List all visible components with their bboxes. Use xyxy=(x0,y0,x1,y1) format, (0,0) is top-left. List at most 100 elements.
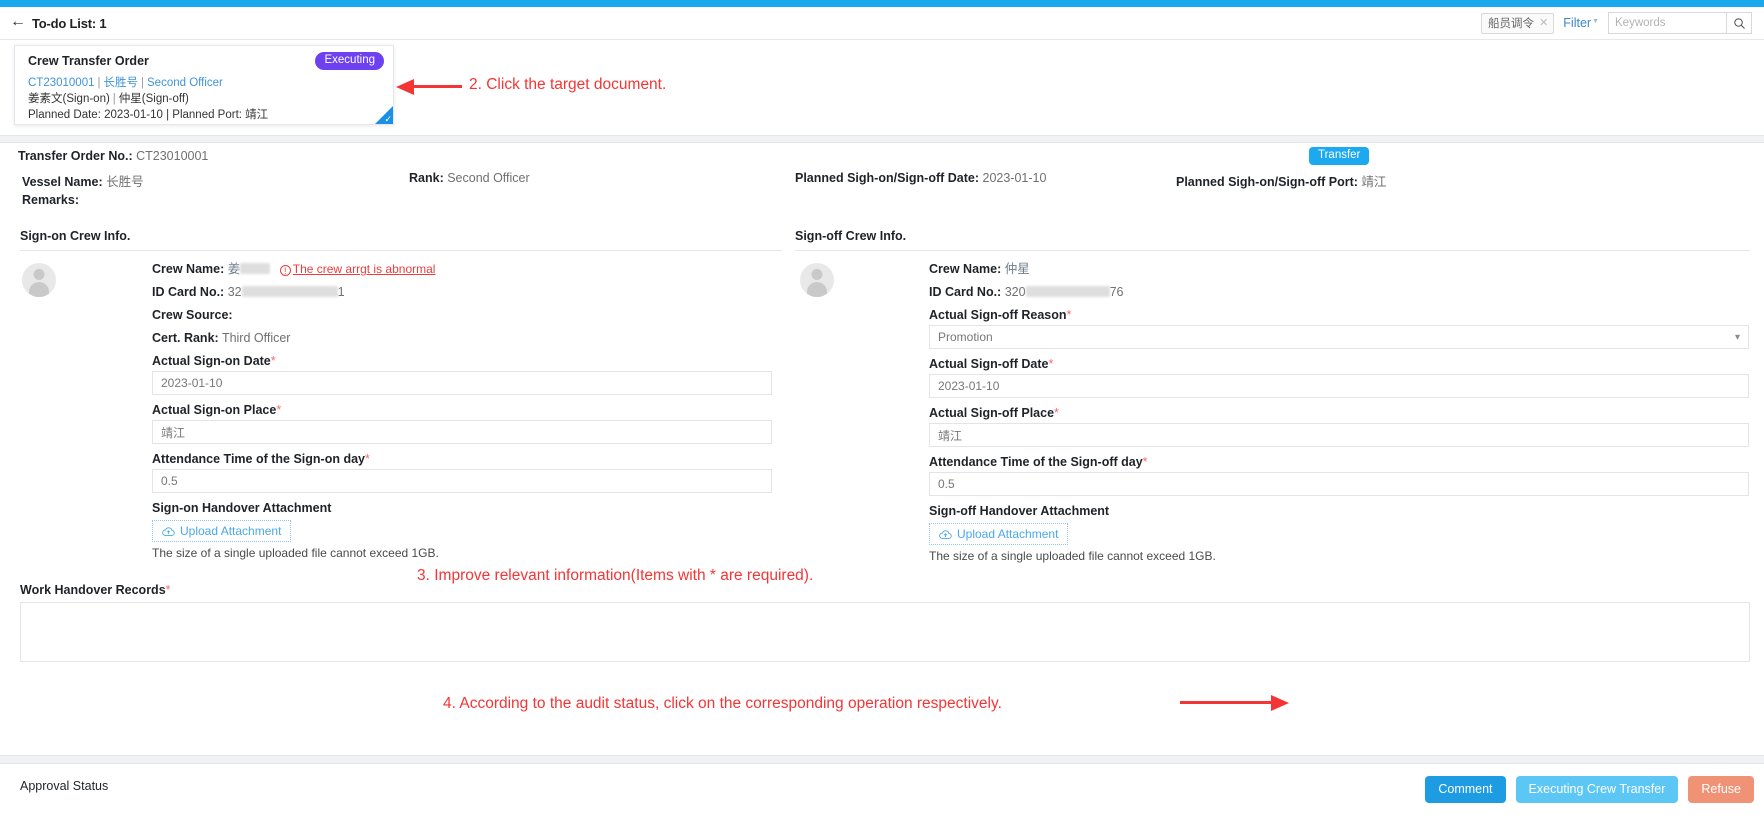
signon-crew-name-row: Crew Name: 姜 ! The crew arrgt is abnormal xyxy=(152,261,772,277)
approval-status-label: Approval Status xyxy=(20,779,109,793)
signoff-date-value: 2023-01-10 xyxy=(938,379,1000,393)
required-star: * xyxy=(270,354,276,368)
annotation-arrow-2 xyxy=(396,78,462,96)
signoff-upload-attachment-button[interactable]: Upload Attachment xyxy=(929,523,1069,545)
card-vessel[interactable]: 长胜号 xyxy=(104,77,139,89)
signoff-date-label: Actual Sign-off Date* xyxy=(929,357,1054,371)
filter-dropdown[interactable]: Filter ▼ xyxy=(1563,16,1599,30)
signon-date-value: 2023-01-10 xyxy=(161,376,223,390)
card-order-no[interactable]: CT23010001 xyxy=(28,77,95,89)
crew-transfer-order-card[interactable]: Crew Transfer Order Executing CT23010001… xyxy=(14,45,394,125)
search-button[interactable] xyxy=(1726,12,1752,34)
annotation-step-3: 3. Improve relevant information(Items wi… xyxy=(417,567,814,584)
footer-button-row: Comment Executing Crew Transfer Refuse xyxy=(1425,776,1754,803)
search-box xyxy=(1608,12,1752,34)
filter-tag-chip[interactable]: 船员调令 ✕ xyxy=(1481,12,1555,34)
required-star: * xyxy=(364,452,370,466)
signon-place-value: 靖江 xyxy=(161,425,186,440)
signon-attendance-label: Attendance Time of the Sign-on day* xyxy=(152,452,370,466)
app-root: ← To-do List: 1 船员调令 ✕ Filter ▼ Keywords… xyxy=(0,0,1764,819)
top-accent-strip xyxy=(0,0,1764,7)
crew-abnormal-warning[interactable]: ! The crew arrgt is abnormal xyxy=(279,262,435,276)
signoff-reason-value: Promotion xyxy=(938,330,993,344)
signon-crew-source-label: Crew Source: xyxy=(152,308,233,322)
card-planned-info: Planned Date: 2023-01-10 | Planned Port:… xyxy=(28,109,269,121)
corner-check-glyph: ✓ xyxy=(384,114,392,124)
signoff-place-label: Actual Sign-off Place* xyxy=(929,406,1059,420)
signon-attendance-value: 0.5 xyxy=(161,474,178,488)
signon-attachment-label: Sign-on Handover Attachment xyxy=(152,501,332,515)
signon-cert-rank-label: Cert. Rank: xyxy=(152,331,219,345)
refuse-button[interactable]: Refuse xyxy=(1688,776,1754,803)
signoff-section-rule xyxy=(795,250,1750,251)
required-star: * xyxy=(1142,455,1148,469)
page-footer: Approval Status Comment Executing Crew T… xyxy=(0,764,1764,819)
signon-attendance-input[interactable]: 0.5 xyxy=(152,469,772,493)
executing-crew-transfer-button[interactable]: Executing Crew Transfer xyxy=(1515,776,1679,803)
back-navigation[interactable]: ← To-do List: 1 xyxy=(10,14,107,31)
comment-button[interactable]: Comment xyxy=(1425,776,1506,803)
required-star: * xyxy=(1048,357,1054,371)
card-rank[interactable]: Second Officer xyxy=(147,77,223,89)
rank-label: Rank: xyxy=(409,171,444,185)
transfer-order-no-value: CT23010001 xyxy=(136,149,209,163)
todo-card-area: Crew Transfer Order Executing CT23010001… xyxy=(0,41,1764,135)
signoff-place-input[interactable]: 靖江 xyxy=(929,423,1749,447)
remarks-label: Remarks: xyxy=(22,193,79,207)
section-divider-strip xyxy=(0,135,1764,143)
signon-date-label: Actual Sign-on Date* xyxy=(152,354,276,368)
signoff-attendance-input[interactable]: 0.5 xyxy=(929,472,1749,496)
signon-id-card-row: ID Card No.: 32 1 xyxy=(152,284,772,300)
signoff-date-input[interactable]: 2023-01-10 xyxy=(929,374,1749,398)
signoff-size-hint: The size of a single uploaded file canno… xyxy=(929,549,1216,563)
signon-place-input[interactable]: 靖江 xyxy=(152,420,772,444)
signoff-id-card-label: ID Card No.: xyxy=(929,285,1002,299)
signon-id-card-prefix: 32 xyxy=(227,285,242,299)
planned-date-value: 2023-01-10 xyxy=(982,171,1047,185)
signoff-attendance-value: 0.5 xyxy=(938,477,955,491)
work-handover-textarea[interactable] xyxy=(20,602,1750,662)
redacted-name xyxy=(240,263,271,274)
transfer-badge: Transfer xyxy=(1309,147,1370,166)
signon-upload-attachment-button[interactable]: Upload Attachment xyxy=(152,520,292,542)
user-avatar-icon xyxy=(811,269,823,280)
card-meta-line-1: CT23010001 | 长胜号 | Second Officer xyxy=(28,77,223,89)
cloud-upload-icon xyxy=(162,526,175,536)
signoff-crew-name-label: Crew Name: xyxy=(929,262,1002,276)
search-input[interactable] xyxy=(1608,12,1726,34)
signoff-section-title: Sign-off Crew Info. xyxy=(795,229,907,243)
chevron-down-icon: ▼ xyxy=(1592,17,1599,25)
work-handover-label: Work Handover Records* xyxy=(20,583,171,597)
required-star: * xyxy=(276,403,282,417)
signoff-id-card-prefix: 320 xyxy=(1004,285,1026,299)
annotation-step-2: 2. Click the target document. xyxy=(469,76,667,93)
warning-circle-icon: ! xyxy=(279,265,291,276)
transfer-order-no-label: Transfer Order No.: xyxy=(18,149,133,163)
required-star: * xyxy=(1066,308,1072,322)
annotation-step-4: 4. According to the audit status, click … xyxy=(443,695,1002,712)
signon-date-input[interactable]: 2023-01-10 xyxy=(152,371,772,395)
rank-value: Second Officer xyxy=(447,171,530,185)
header-right-controls: 船员调令 ✕ Filter ▼ xyxy=(1481,12,1752,34)
signon-section-title: Sign-on Crew Info. xyxy=(20,229,131,243)
planned-date-label: Planned Sigh-on/Sign-off Date: xyxy=(795,171,980,185)
signoff-upload-attachment-label: Upload Attachment xyxy=(957,527,1059,541)
signon-upload-attachment-label: Upload Attachment xyxy=(180,524,282,538)
signon-place-label: Actual Sign-on Place* xyxy=(152,403,282,417)
cloud-upload-icon xyxy=(939,529,952,539)
signon-id-card-suffix: 1 xyxy=(337,285,345,299)
signoff-reason-select[interactable]: Promotion xyxy=(929,325,1749,349)
back-arrow-icon[interactable]: ← xyxy=(10,14,26,30)
transfer-order-detail: Transfer Order No.: CT23010001 Vessel Na… xyxy=(0,143,1764,755)
signon-size-hint: The size of a single uploaded file canno… xyxy=(152,546,439,560)
vessel-name-value: 长胜号 xyxy=(106,175,144,189)
signoff-form: Crew Name: 仲星 ID Card No.: 320 76 Actual … xyxy=(929,261,1749,563)
signon-section-rule xyxy=(20,250,782,251)
planned-date-row: Planned Sigh-on/Sign-off Date: 2023-01-1… xyxy=(795,171,1046,185)
status-badge: Executing xyxy=(315,52,384,70)
close-icon[interactable]: ✕ xyxy=(1539,16,1548,29)
redacted-id xyxy=(241,286,338,297)
card-title: Crew Transfer Order xyxy=(28,54,149,68)
signon-crew-source-row: Crew Source: xyxy=(152,307,772,323)
signon-crew-name-value: 姜 xyxy=(227,262,241,276)
